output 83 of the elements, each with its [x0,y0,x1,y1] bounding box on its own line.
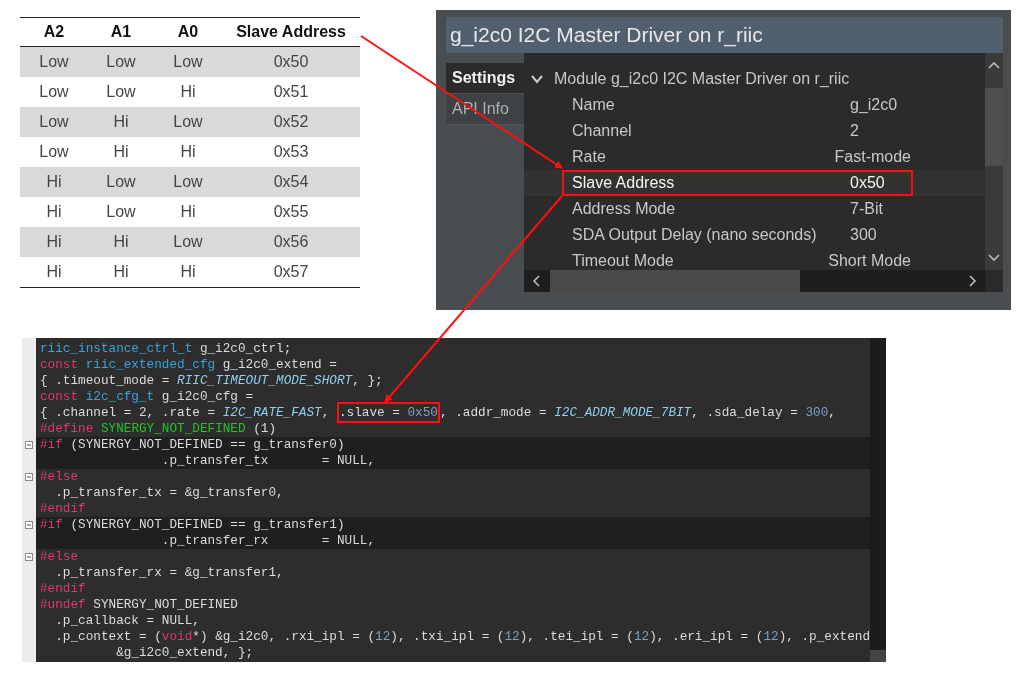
table-cell-text: 0x56 [272,233,310,251]
code-line: #else [39,549,80,565]
property-name: Slave Address [572,174,676,192]
table-cell-text: Low [172,113,204,131]
table-cell-text: Hi [179,143,197,161]
table-cell-text: Low [38,143,70,161]
property-row[interactable]: Timeout Mode Short Mode [562,248,913,270]
table-cell-text: Low [38,83,70,101]
column-header: A0 [176,23,200,41]
code-line: .p_context = (void*) &g_i2c0, .rxi_ipl = (12), .txi_ipl = (12), .tei_ipl = (12), .eri_ipl = (12), .p_extend [54,629,870,645]
code-line: .p_transfer_rx = &g_transfer1, [54,565,285,581]
table-cell-text: Hi [45,203,63,221]
column-header: A1 [109,23,133,41]
table-cell-text: Low [172,233,204,251]
code-line: #endif [39,581,87,597]
column-header: A2 [42,23,66,41]
fold-icon[interactable] [25,441,33,449]
code-line: &g_i2c0_extend, }; [115,645,255,661]
property-value: 300 [850,226,877,244]
table-cell-text: Hi [179,203,197,221]
property-value: g_i2c0 [850,96,898,114]
code-line: riic_instance_ctrl_t g_i2c0_ctrl; [39,341,293,357]
code-line: .p_callback = NULL, [54,613,201,629]
table-cell-text: Low [105,173,137,191]
fold-icon[interactable] [25,553,33,561]
table-cell-text: Hi [112,233,130,251]
table-cell-text: Low [105,53,137,71]
property-value: 0x50 [850,174,885,192]
code-line: const riic_extended_cfg g_i2c0_extend = [39,357,338,373]
table-cell-text: Hi [179,263,197,281]
property-value: 2 [850,122,859,140]
table-cell-text: 0x51 [272,83,310,101]
property-name: Channel [572,122,633,140]
fold-icon[interactable] [25,521,33,529]
code-line: { .channel = 2, .rate = I2C_RATE_FAST, .slave = 0x50, .addr_mode = I2C_ADDR_MODE_7BIT, .sda_delay = 300, [36,405,870,421]
property-name: Rate [572,148,607,166]
table-cell-text: Low [105,83,137,101]
table-cell-text: Hi [112,263,130,281]
property-row[interactable]: Channel 2 [562,118,913,144]
column-header: Slave Address [235,23,347,41]
table-cell-text: Hi [45,173,63,191]
property-value: 7-Bit [850,200,883,218]
property-name: Name [572,96,616,114]
code-line: #undef SYNERGY_NOT_DEFINED [39,597,239,613]
table-cell-text: Hi [45,263,63,281]
property-row[interactable]: Rate Fast-mode [562,144,913,170]
property-value: Fast-mode [834,148,911,166]
property-row[interactable]: Name g_i2c0 [562,92,913,118]
code-line: const i2c_cfg_t g_i2c0_cfg = [39,389,255,405]
table-cell-text: Hi [179,83,197,101]
table-cell-text: Low [172,53,204,71]
table-cell-text: 0x57 [272,263,310,281]
table-cell-text: Low [105,203,137,221]
property-row[interactable]: SDA Output Delay (nano seconds) 300 [562,222,913,248]
property-value: Short Mode [828,252,911,270]
fold-icon[interactable] [25,473,33,481]
table-cell-text: Hi [112,143,130,161]
horizontal-scrollbar[interactable] [524,270,985,292]
property-row[interactable]: Address Mode 7-Bit [562,196,913,222]
vertical-scrollbar[interactable] [985,53,1003,270]
code-line: { .timeout_mode = RIIC_TIMEOUT_MODE_SHORT, }; [39,373,384,389]
panel-title: g_i2c0 I2C Master Driver on r_riic [446,17,1003,53]
table-cell-text: Hi [45,233,63,251]
table-cell-text: Low [38,113,70,131]
property-name: Address Mode [572,200,677,218]
table-cell-text: Low [38,53,70,71]
table-cell-text: Hi [112,113,130,131]
property-name: Timeout Mode [572,252,675,270]
table-cell-text: 0x50 [272,53,310,71]
property-name: SDA Output Delay (nano seconds) [572,226,818,244]
table-cell-text: 0x53 [272,143,310,161]
table-cell-text: 0x52 [272,113,310,131]
code-line: #else [39,469,80,485]
vertical-scrollbar[interactable] [870,338,886,662]
code-line: #define SYNERGY_NOT_DEFINED (1) [39,421,278,437]
tab[interactable]: Settings [446,63,524,94]
table-cell-text: 0x55 [272,203,310,221]
code-line: .p_transfer_tx = &g_transfer0, [54,485,285,501]
table-cell-text: 0x54 [272,173,310,191]
property-row[interactable]: Slave Address 0x50 [562,170,913,196]
table-cell-text: Low [172,173,204,191]
section-label[interactable]: Module g_i2c0 I2C Master Driver on r_riic [554,70,850,88]
code-line: #endif [39,501,87,517]
